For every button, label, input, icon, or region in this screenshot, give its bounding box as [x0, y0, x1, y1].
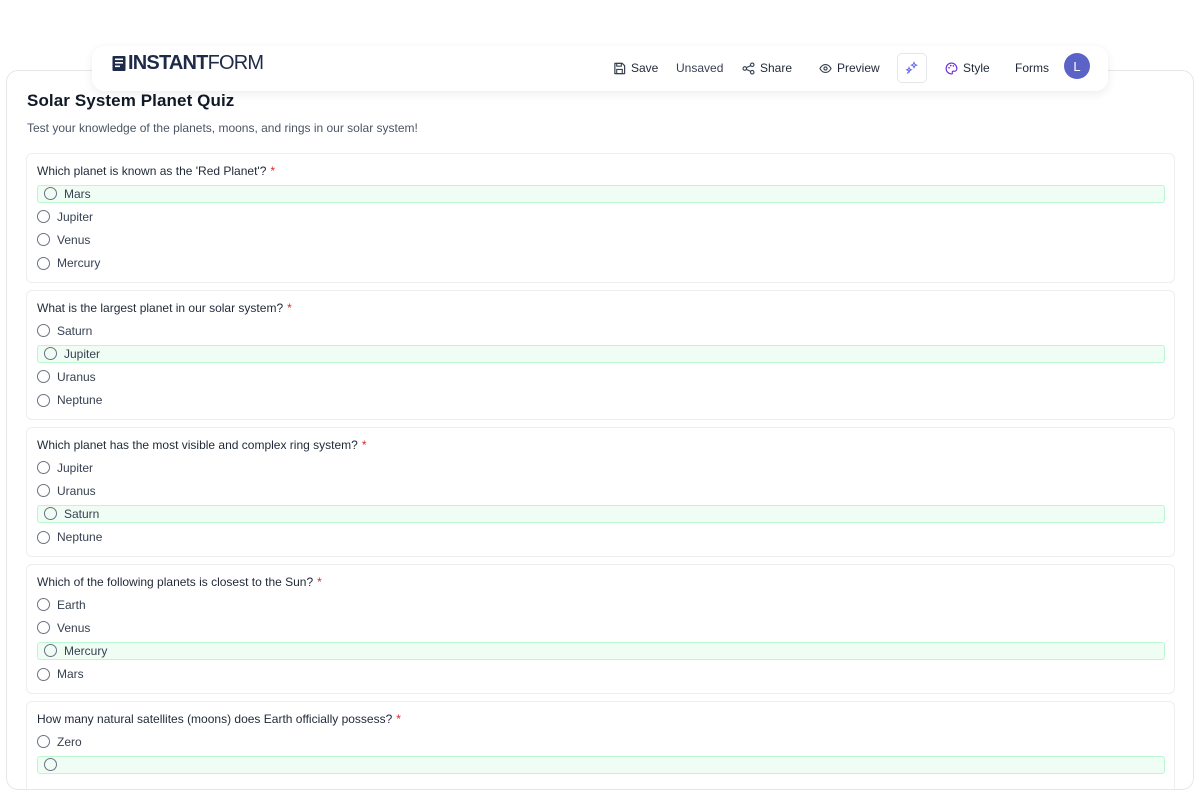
- radio-button[interactable]: [37, 735, 50, 749]
- question-text: Which planet is known as the 'Red Planet…: [37, 164, 276, 178]
- option-label: Jupiter: [64, 346, 101, 361]
- share-button[interactable]: Share: [742, 59, 792, 77]
- question-text: Which of the following planets is closes…: [37, 575, 322, 589]
- style-button[interactable]: Style: [945, 59, 990, 77]
- option-label: Jupiter: [57, 209, 94, 224]
- option-label: Mercury: [57, 256, 101, 271]
- logo-icon: [112, 56, 126, 71]
- question-text: How many natural satellites (moons) does…: [37, 712, 401, 726]
- answer-option[interactable]: Saturn: [37, 504, 1165, 523]
- sparkles-icon: [905, 61, 918, 74]
- question-card: How many natural satellites (moons) does…: [26, 701, 1175, 789]
- radio-button[interactable]: [44, 758, 57, 772]
- save-button[interactable]: Save: [613, 59, 658, 77]
- answer-option[interactable]: Jupiter: [37, 344, 1165, 363]
- forms-link[interactable]: Forms: [1015, 59, 1049, 77]
- brand-logo[interactable]: INSTANT FORM: [112, 52, 264, 75]
- required-mark: *: [287, 301, 292, 315]
- option-label: Saturn: [57, 323, 93, 338]
- eye-icon: [819, 63, 832, 73]
- option-label: Venus: [57, 620, 91, 635]
- forms-label: Forms: [1015, 61, 1049, 75]
- radio-button[interactable]: [37, 210, 50, 224]
- answer-option[interactable]: Jupiter: [37, 456, 1165, 479]
- option-label: Jupiter: [57, 460, 94, 475]
- answer-option[interactable]: Venus: [37, 616, 1165, 639]
- form-description: Test your knowledge of the planets, moon…: [27, 121, 418, 135]
- answer-option[interactable]: Mars: [37, 184, 1165, 203]
- required-mark: *: [361, 438, 367, 452]
- radio-button[interactable]: [37, 484, 50, 498]
- question-card: Which planet has the most visible and co…: [26, 427, 1175, 557]
- option-label: Uranus: [57, 369, 96, 384]
- answer-option[interactable]: Mars: [37, 663, 1165, 686]
- answer-option[interactable]: Uranus: [37, 479, 1165, 502]
- question-text: What is the largest planet in our solar …: [37, 301, 292, 315]
- radio-button[interactable]: [44, 347, 57, 361]
- ai-magic-button[interactable]: [897, 53, 927, 83]
- question-list: Which planet is known as the 'Red Planet…: [26, 153, 1175, 789]
- question-card: Which of the following planets is closes…: [26, 564, 1175, 694]
- radio-button[interactable]: [37, 256, 50, 270]
- option-label: Neptune: [57, 530, 103, 545]
- option-label: Mars: [64, 186, 91, 201]
- radio-button[interactable]: [37, 598, 50, 612]
- radio-button[interactable]: [37, 370, 50, 384]
- question-card: Which planet is known as the 'Red Planet…: [26, 153, 1175, 283]
- option-label: Mars: [57, 667, 84, 682]
- required-mark: *: [317, 575, 322, 589]
- answer-option[interactable]: Mercury: [37, 252, 1165, 275]
- answer-option[interactable]: Neptune: [37, 389, 1165, 412]
- radio-button[interactable]: [37, 324, 50, 338]
- required-mark: *: [270, 164, 276, 178]
- preview-button[interactable]: Preview: [819, 59, 880, 77]
- radio-button[interactable]: [37, 233, 50, 247]
- answer-option[interactable]: Earth: [37, 593, 1165, 616]
- option-label: Neptune: [57, 393, 103, 408]
- form-title: Solar System Planet Quiz: [27, 91, 235, 110]
- required-mark: *: [396, 712, 401, 726]
- answer-option[interactable]: Uranus: [37, 365, 1165, 388]
- answer-option[interactable]: Zero: [37, 730, 1165, 753]
- option-label: Saturn: [64, 506, 100, 521]
- radio-button[interactable]: [37, 530, 50, 544]
- radio-button[interactable]: [37, 667, 50, 681]
- form-header: Solar System Planet Quiz Test your knowl…: [27, 91, 418, 135]
- palette-icon: [945, 62, 958, 74]
- answer-option[interactable]: [37, 755, 1165, 774]
- radio-button[interactable]: [44, 507, 57, 521]
- option-label: Mercury: [64, 643, 108, 658]
- question-card: What is the largest planet in our solar …: [26, 290, 1175, 420]
- radio-button[interactable]: [37, 461, 50, 475]
- radio-button[interactable]: [44, 187, 57, 201]
- save-status-label: Unsaved: [676, 61, 724, 75]
- radio-button[interactable]: [37, 393, 50, 407]
- avatar-initial: L: [1073, 58, 1081, 74]
- option-label: Earth: [57, 597, 86, 612]
- top-toolbar: INSTANT FORM Save Unsaved Share Preview S…: [92, 46, 1108, 91]
- logo-text-light: FORM: [207, 52, 264, 74]
- option-label: Zero: [57, 734, 82, 749]
- preview-label: Preview: [837, 61, 880, 75]
- logo-text-bold: INSTANT: [128, 52, 208, 74]
- option-label: Venus: [57, 232, 91, 247]
- style-label: Style: [963, 61, 990, 75]
- answer-option[interactable]: Saturn: [37, 319, 1165, 342]
- radio-button[interactable]: [37, 621, 50, 635]
- question-text: Which planet has the most visible and co…: [37, 438, 367, 452]
- save-label: Save: [631, 61, 659, 75]
- option-label: Uranus: [57, 483, 96, 498]
- share-icon: [742, 61, 755, 75]
- user-avatar[interactable]: L: [1064, 53, 1090, 79]
- radio-button[interactable]: [44, 644, 57, 658]
- answer-option[interactable]: Jupiter: [37, 205, 1165, 228]
- answer-option[interactable]: Venus: [37, 228, 1165, 251]
- save-status: Unsaved: [676, 59, 723, 77]
- answer-option[interactable]: Neptune: [37, 526, 1165, 549]
- share-label: Share: [760, 61, 793, 75]
- form-card: Solar System Planet Quiz Test your knowl…: [6, 70, 1194, 790]
- answer-option[interactable]: Mercury: [37, 641, 1165, 660]
- save-icon: [614, 62, 626, 74]
